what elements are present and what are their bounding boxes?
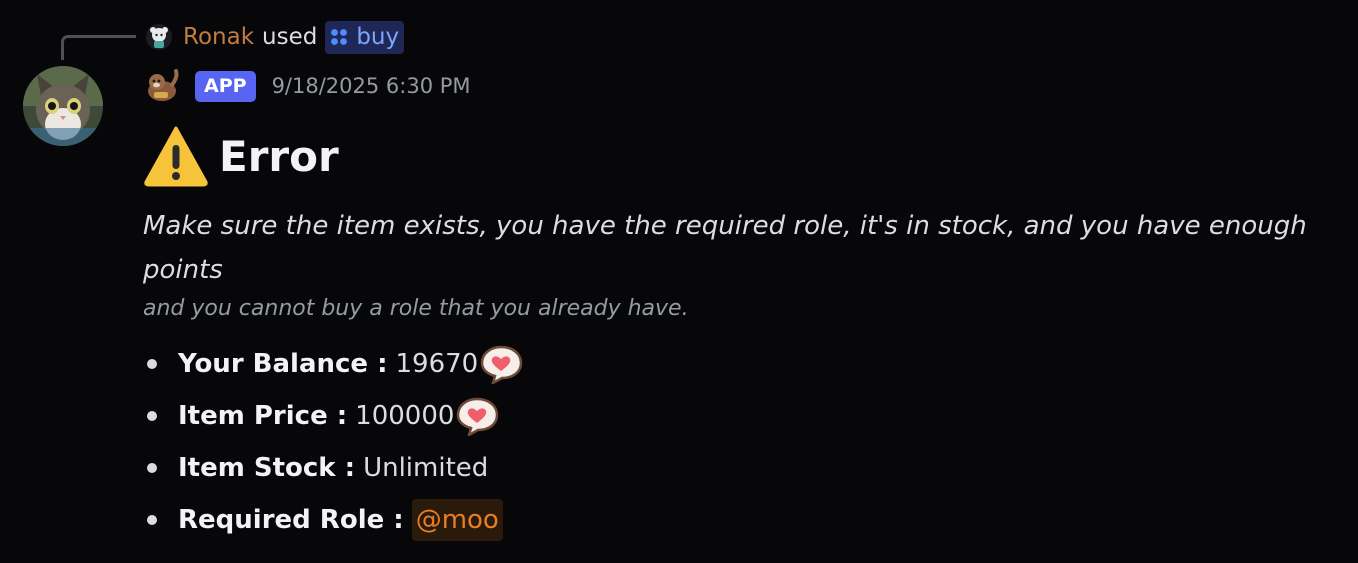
embed-field-list: Your Balance : 19670 Item Price : 100000… [143,338,523,546]
stock-value: Unlimited [363,453,489,483]
otter-icon[interactable] [145,69,181,103]
message-header: APP 9/18/2025 6:30 PM [145,68,471,104]
bullet [147,411,157,421]
slash-command-icon [331,29,348,45]
balance-value: 19670 [395,349,479,379]
reply-spine [61,35,136,60]
field-label: Item Price : [178,401,348,431]
bullet [147,515,157,525]
heart-speech-icon [480,345,523,384]
cat-avatar-icon [23,66,103,146]
embed-description: Make sure the item exists, you have the … [143,211,1307,285]
reply-action: used [262,24,318,50]
field-item-price: Item Price : 100000 [143,390,523,442]
embed-title-row: Error [143,120,339,192]
field-label: Your Balance : [178,349,388,379]
embed-subtext: and you cannot buy a role that you alrea… [143,296,689,321]
field-label: Item Stock : [178,453,356,483]
field-item-stock: Item Stock : Unlimited [143,442,523,494]
reply-context[interactable]: Ronak used buy [145,20,405,54]
heart-speech-icon [457,397,499,436]
price-value: 100000 [355,401,455,431]
warning-icon [144,126,208,187]
embed-title: Error [219,131,339,181]
role-mention[interactable]: @moo [411,499,503,541]
field-label: Required Role : [178,505,404,535]
message-timestamp[interactable]: 9/18/2025 6:30 PM [272,74,471,98]
discord-message: Ronak used buy APP 9/18/2025 6:30 PM Err… [0,0,1358,563]
command-name: buy [356,24,400,50]
reply-username[interactable]: Ronak [183,24,254,50]
bot-avatar[interactable] [23,66,103,146]
command-mention[interactable]: buy [325,20,405,54]
field-required-role: Required Role : @moo [143,494,523,546]
bullet [147,359,157,369]
app-badge: APP [195,70,256,102]
reply-user-avatar-icon[interactable] [145,23,173,51]
field-your-balance: Your Balance : 19670 [143,338,523,390]
bullet [147,463,157,473]
